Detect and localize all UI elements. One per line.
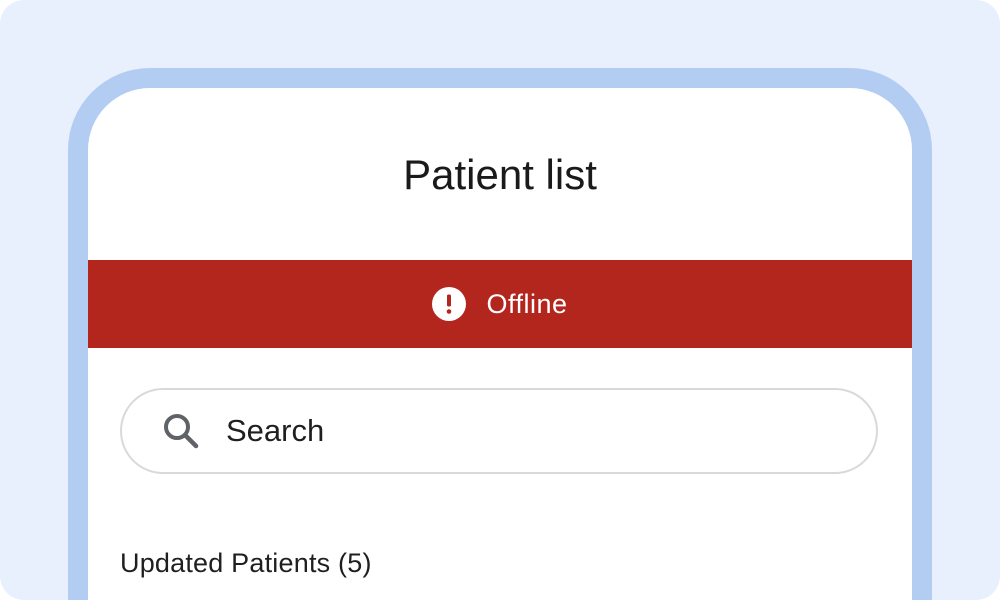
search-input[interactable]: [226, 413, 786, 449]
page-title: Patient list: [403, 151, 597, 198]
offline-label: Offline: [486, 288, 568, 319]
offline-status-banner: Offline: [88, 260, 912, 348]
page-background: Patient list Offline Search Updated Pati…: [0, 0, 1000, 600]
updated-patients-heading: Updated Patients (5): [120, 548, 372, 578]
app-screen: Patient list Offline Search Updated Pati…: [88, 88, 912, 600]
alert-circle-icon: [432, 287, 467, 321]
search-bar[interactable]: [120, 388, 878, 474]
device-frame: Patient list Offline Search Updated Pati…: [68, 68, 932, 600]
search-icon: [162, 412, 200, 450]
